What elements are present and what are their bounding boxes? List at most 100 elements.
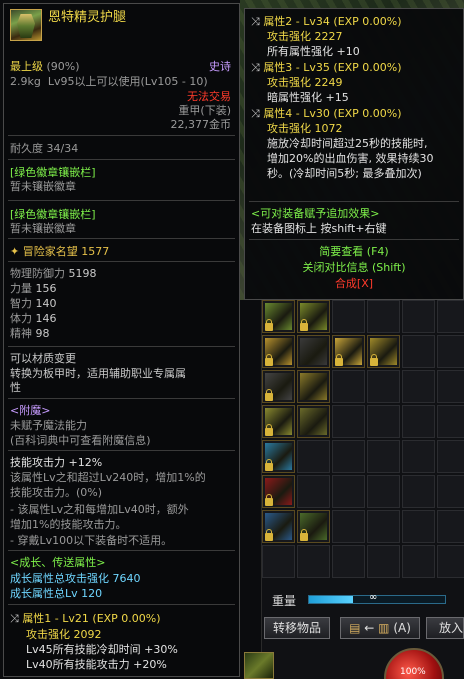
close-compare-link[interactable]: 关闭对比信息 (Shift): [245, 261, 463, 274]
inventory-slot-empty[interactable]: [297, 440, 330, 473]
inventory-slot-empty[interactable]: [297, 475, 330, 508]
divider: [8, 398, 235, 399]
put-in-button[interactable]: 放入: [426, 617, 464, 639]
trade-status: 无法交易: [187, 90, 231, 103]
stat-row: 精神 98: [10, 327, 50, 340]
adventure-fame: ✦ 冒险家名望 1577: [10, 245, 110, 258]
durability: 耐久度 34/34: [10, 142, 79, 155]
inventory-slot-empty[interactable]: [402, 510, 435, 543]
emblem-slot-1: [绿色徽章镶嵌栏]: [10, 166, 96, 179]
lock-icon: [265, 319, 273, 331]
divider: [8, 550, 235, 551]
stat-label: 智力: [10, 297, 32, 310]
quickslot-item-icon[interactable]: [244, 652, 274, 679]
transfer-items-button[interactable]: 转移物品: [264, 617, 330, 639]
skill-attack: 技能攻击力 +12%: [10, 456, 103, 469]
lock-icon: [265, 354, 273, 366]
chest-icon: ▤: [349, 621, 361, 635]
lock-icon: [265, 389, 273, 401]
skill-desc-3: - 该属性Lv之和每增加Lv40时，额外: [10, 503, 189, 516]
attr3-line2: 暗属性强化 +15: [267, 91, 349, 104]
weight-bar: ∞: [308, 592, 446, 604]
inventory-slot-empty[interactable]: [367, 475, 400, 508]
inventory-slot-empty[interactable]: [402, 405, 435, 438]
inventory-slot-item[interactable]: [262, 335, 295, 368]
inventory-slot-empty[interactable]: [332, 300, 365, 333]
shuffle-icon: ⤨: [251, 107, 260, 120]
quick-view-link[interactable]: 简要查看 (F4): [245, 245, 463, 258]
inventory-slot-empty[interactable]: [332, 440, 365, 473]
growth-total-lv: 成长属性总Lv 120: [10, 587, 103, 600]
inventory-slot-empty[interactable]: [367, 405, 400, 438]
stat-value: 146: [32, 312, 57, 325]
inventory-slot-empty[interactable]: [332, 510, 365, 543]
lock-icon: [265, 494, 273, 506]
attr1-title: ⤨ 属性1 - Lv21 (EXP 0.00%): [10, 612, 161, 625]
inventory-slot-item[interactable]: [297, 300, 330, 333]
divider: [8, 604, 235, 605]
inventory-slot-empty[interactable]: [437, 335, 464, 368]
lock-icon: [300, 319, 308, 331]
inventory-slot-item[interactable]: [297, 370, 330, 403]
inventory-slot-empty[interactable]: [437, 545, 464, 578]
attr1-line2: Lv45所有技能冷却时间 +30%: [26, 643, 178, 656]
enchant-hint: (百科词典中可查看附魔信息): [10, 434, 151, 447]
inventory-slot-item[interactable]: [262, 300, 295, 333]
inventory-slot-empty[interactable]: [332, 475, 365, 508]
equipment-icon: [300, 338, 327, 365]
compare-tooltip: ⤨ 属性2 - Lv34 (EXP 0.00%) 攻击强化 2227 所有属性强…: [244, 8, 464, 300]
stat-label: 物理防御力: [10, 267, 65, 280]
inventory-slot-empty[interactable]: [402, 370, 435, 403]
inventory-slot-empty[interactable]: [367, 440, 400, 473]
inventory-slot-empty[interactable]: [437, 475, 464, 508]
sort-button[interactable]: ▤ ← ▥ (A): [340, 617, 420, 639]
extra-effect: <可对装备赋予追加效果>: [251, 207, 380, 220]
inventory-slot-item[interactable]: [262, 405, 295, 438]
inventory-slot-item[interactable]: [262, 370, 295, 403]
shuffle-icon: ⤨: [251, 61, 260, 74]
inventory-slot-item[interactable]: [297, 405, 330, 438]
inventory-slot-empty[interactable]: [332, 405, 365, 438]
attr2-title: ⤨ 属性2 - Lv34 (EXP 0.00%): [251, 15, 402, 28]
inventory-slot-item[interactable]: [262, 475, 295, 508]
lock-icon: [265, 459, 273, 471]
inventory-slot-empty[interactable]: [402, 475, 435, 508]
inventory-slot-empty[interactable]: [437, 370, 464, 403]
inventory-slot-empty[interactable]: [437, 405, 464, 438]
item-price: 22,377金币: [170, 118, 232, 131]
item-tooltip: 恩特精灵护腿 最上级 (90%) 史诗 2.9kg Lv95以上可以使用(Lv1…: [3, 3, 240, 677]
divider: [8, 238, 235, 239]
inventory-slot-empty[interactable]: [437, 510, 464, 543]
inventory-slot-item[interactable]: [262, 510, 295, 543]
inventory-slot-empty[interactable]: [262, 545, 295, 578]
attr2-line2: 所有属性强化 +10: [267, 45, 360, 58]
inventory-slot-empty[interactable]: [332, 370, 365, 403]
inventory-slot-item[interactable]: [367, 335, 400, 368]
inventory-slot-empty[interactable]: [402, 440, 435, 473]
inventory-slot-empty[interactable]: [437, 300, 464, 333]
inventory-slot-empty[interactable]: [367, 545, 400, 578]
inventory-slot-item[interactable]: [332, 335, 365, 368]
inventory-slot-empty[interactable]: [402, 300, 435, 333]
inventory-slot-item[interactable]: [262, 440, 295, 473]
inventory-slot-empty[interactable]: [437, 440, 464, 473]
skill-desc-5: - 穿戴Lv100以下装备时不适用。: [10, 534, 173, 547]
attr3-title: ⤨ 属性3 - Lv35 (EXP 0.00%): [251, 61, 402, 74]
lock-icon: [265, 424, 273, 436]
compose-link[interactable]: 合成[X]: [245, 277, 463, 290]
inventory-slot-empty[interactable]: [367, 300, 400, 333]
equipment-icon: [300, 408, 327, 435]
inventory-slot-item[interactable]: [297, 510, 330, 543]
divider: [8, 200, 235, 201]
attr1-atk: 攻击强化 2092: [26, 628, 102, 641]
inventory-slot-item[interactable]: [297, 335, 330, 368]
arrow-left-icon: ←: [364, 621, 375, 635]
inventory-slot-empty[interactable]: [332, 545, 365, 578]
inventory-slot-empty[interactable]: [402, 545, 435, 578]
inventory-slot-empty[interactable]: [402, 335, 435, 368]
inventory-slot-empty[interactable]: [367, 370, 400, 403]
equipment-icon: [300, 373, 327, 400]
inventory-slot-empty[interactable]: [297, 545, 330, 578]
item-rarity: 史诗: [209, 60, 231, 73]
inventory-slot-empty[interactable]: [367, 510, 400, 543]
